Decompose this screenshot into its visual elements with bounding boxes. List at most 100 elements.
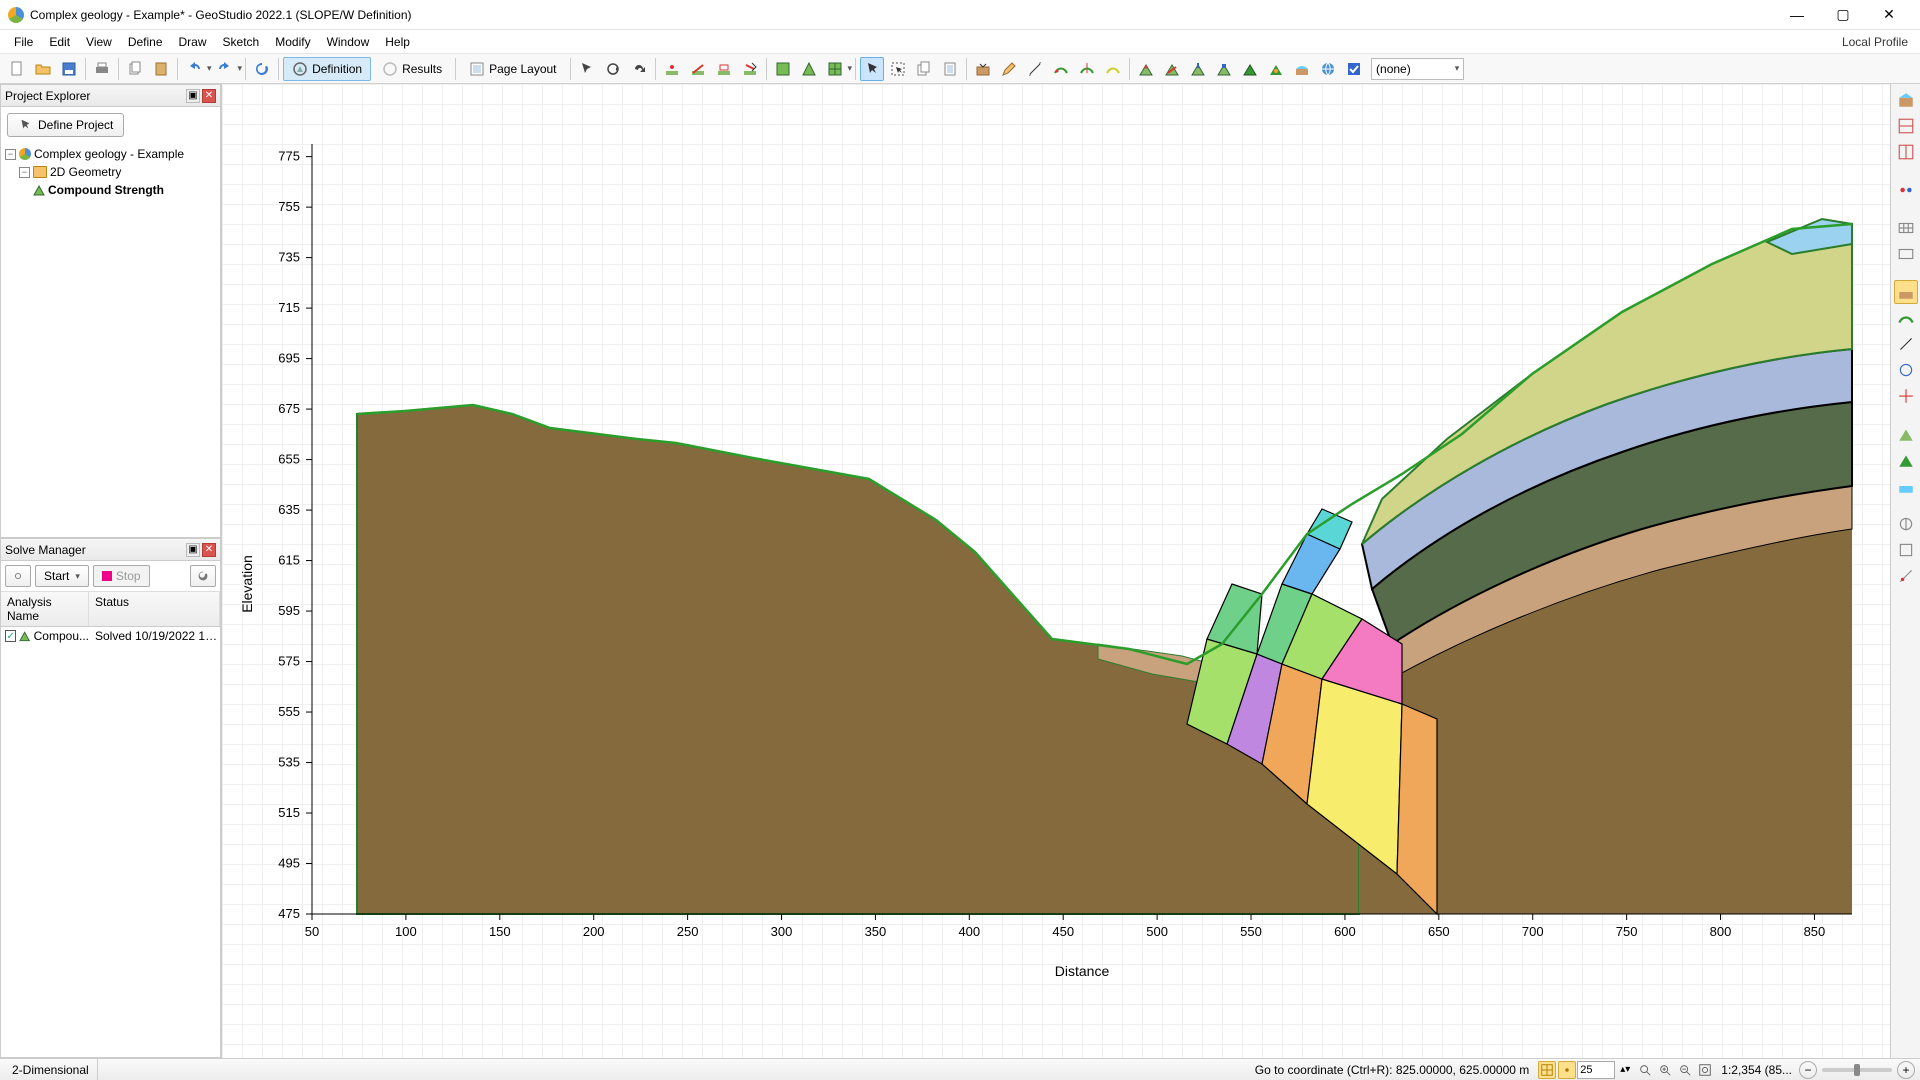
menu-sketch[interactable]: Sketch [215,32,268,52]
tool-copybox-icon[interactable] [912,57,936,81]
rt-icon-9[interactable] [1894,332,1918,356]
project-tree[interactable]: −Complex geology - Example −2D Geometry … [1,143,220,201]
tool-g7-icon[interactable] [1290,57,1314,81]
rt-icon-14[interactable] [1894,474,1918,498]
rt-icon-2[interactable] [1894,114,1918,138]
tool-slip2-icon[interactable] [1101,57,1125,81]
close-panel-icon[interactable]: ✕ [202,89,216,103]
rt-icon-3[interactable] [1894,140,1918,164]
menu-edit[interactable]: Edit [41,32,78,52]
rt-icon-16[interactable] [1894,538,1918,562]
tool-surface-icon[interactable] [1049,57,1073,81]
redo-icon[interactable] [213,57,237,81]
close-button[interactable]: ✕ [1866,0,1912,30]
menu-modify[interactable]: Modify [267,32,318,52]
tool-line-icon[interactable] [686,57,710,81]
drawing-canvas[interactable]: 4754955155355555755956156356556756957157… [222,84,1890,1058]
rt-icon-4[interactable] [1894,178,1918,202]
pin-icon[interactable]: ▣ [186,543,200,557]
status-scale[interactable]: 1:2,354 (85... [1715,1059,1798,1080]
tool-pencil-icon[interactable] [997,57,1021,81]
svg-text:550: 550 [1240,924,1262,939]
rt-icon-1[interactable] [1894,88,1918,112]
zoom-fit-icon[interactable] [1696,1061,1714,1079]
tool-globe-icon[interactable] [1316,57,1340,81]
tool-rotate-icon[interactable] [601,57,625,81]
zoom-in-icon[interactable] [1656,1061,1674,1079]
save-icon[interactable] [57,57,81,81]
zoom-tool-icon[interactable] [1636,1061,1654,1079]
menu-file[interactable]: File [6,32,41,52]
zoom-minus-icon[interactable]: − [1799,1061,1817,1079]
undo-icon[interactable] [182,57,206,81]
checkbox-icon[interactable]: ✓ [5,630,16,642]
rt-icon-13[interactable] [1894,448,1918,472]
rt-icon-5[interactable] [1894,216,1918,240]
tool-redo2-icon[interactable] [627,57,651,81]
rt-icon-6[interactable] [1894,242,1918,266]
tool-mesh3-icon[interactable] [823,57,847,81]
new-icon[interactable] [5,57,29,81]
col-status[interactable]: Status [89,592,220,626]
tool-mesh1-icon[interactable] [771,57,795,81]
paste-icon[interactable] [149,57,173,81]
menu-window[interactable]: Window [319,32,378,52]
rt-icon-10[interactable] [1894,358,1918,382]
tool-selectbox-icon[interactable] [886,57,910,81]
rt-icon-11[interactable] [1894,384,1918,408]
spinner-icon[interactable]: ▴▾ [1616,1061,1634,1079]
snap-point-icon[interactable] [1558,1061,1576,1079]
tool-pastebox-icon[interactable] [938,57,962,81]
tool-g5-icon[interactable] [1238,57,1262,81]
menu-view[interactable]: View [78,32,120,52]
tool-g6-icon[interactable] [1264,57,1288,81]
zoom-slider[interactable] [1822,1068,1892,1072]
tool-g2-icon[interactable] [1160,57,1184,81]
tool-material-icon[interactable] [971,57,995,81]
pin-icon[interactable]: ▣ [186,89,200,103]
definition-button[interactable]: Definition [283,57,371,81]
solve-start-button[interactable]: Start▾ [35,565,89,587]
tool-g1-icon[interactable] [1134,57,1158,81]
tool-moveline-icon[interactable] [738,57,762,81]
snap-value-input[interactable] [1577,1061,1615,1079]
solve-refresh-icon[interactable] [190,565,216,587]
results-button[interactable]: Results [373,57,451,81]
print-icon[interactable] [90,57,114,81]
snap-grid-icon[interactable] [1538,1061,1556,1079]
copy-icon[interactable] [123,57,147,81]
rt-icon-8[interactable] [1894,306,1918,330]
zoom-plus-icon[interactable]: + [1897,1061,1915,1079]
tool-pointer-icon[interactable] [575,57,599,81]
open-icon[interactable] [31,57,55,81]
minimize-button[interactable]: — [1774,0,1820,30]
rt-icon-7[interactable] [1894,280,1918,304]
menu-define[interactable]: Define [120,32,171,52]
zoom-out-icon[interactable] [1676,1061,1694,1079]
define-project-button[interactable]: Define Project [7,113,124,137]
profile-label[interactable]: Local Profile [1842,35,1914,49]
rt-icon-15[interactable] [1894,512,1918,536]
table-row[interactable]: ✓Compou... Solved 10/19/2022 10:... [1,627,220,645]
tool-select-icon[interactable] [860,57,884,81]
close-panel-icon[interactable]: ✕ [202,543,216,557]
col-analysis-name[interactable]: Analysis Name [1,592,89,626]
page-layout-button[interactable]: Page Layout [460,57,565,81]
tool-g4-icon[interactable] [1212,57,1236,81]
tool-point-icon[interactable] [660,57,684,81]
menu-draw[interactable]: Draw [171,32,215,52]
tool-slip1-icon[interactable] [1075,57,1099,81]
menu-help[interactable]: Help [377,32,418,52]
rt-icon-12[interactable] [1894,422,1918,446]
tool-region-icon[interactable] [712,57,736,81]
maximize-button[interactable]: ▢ [1820,0,1866,30]
refresh-icon[interactable] [250,57,274,81]
tool-ruler-icon[interactable] [1023,57,1047,81]
solve-link-icon[interactable] [5,565,31,587]
tool-check-icon[interactable] [1342,57,1366,81]
tool-mesh2-icon[interactable] [797,57,821,81]
toolbar-combo[interactable]: (none)▾ [1371,58,1464,80]
tool-g3-icon[interactable] [1186,57,1210,81]
window-title: Complex geology - Example* - GeoStudio 2… [30,8,1774,22]
rt-icon-17[interactable] [1894,564,1918,588]
